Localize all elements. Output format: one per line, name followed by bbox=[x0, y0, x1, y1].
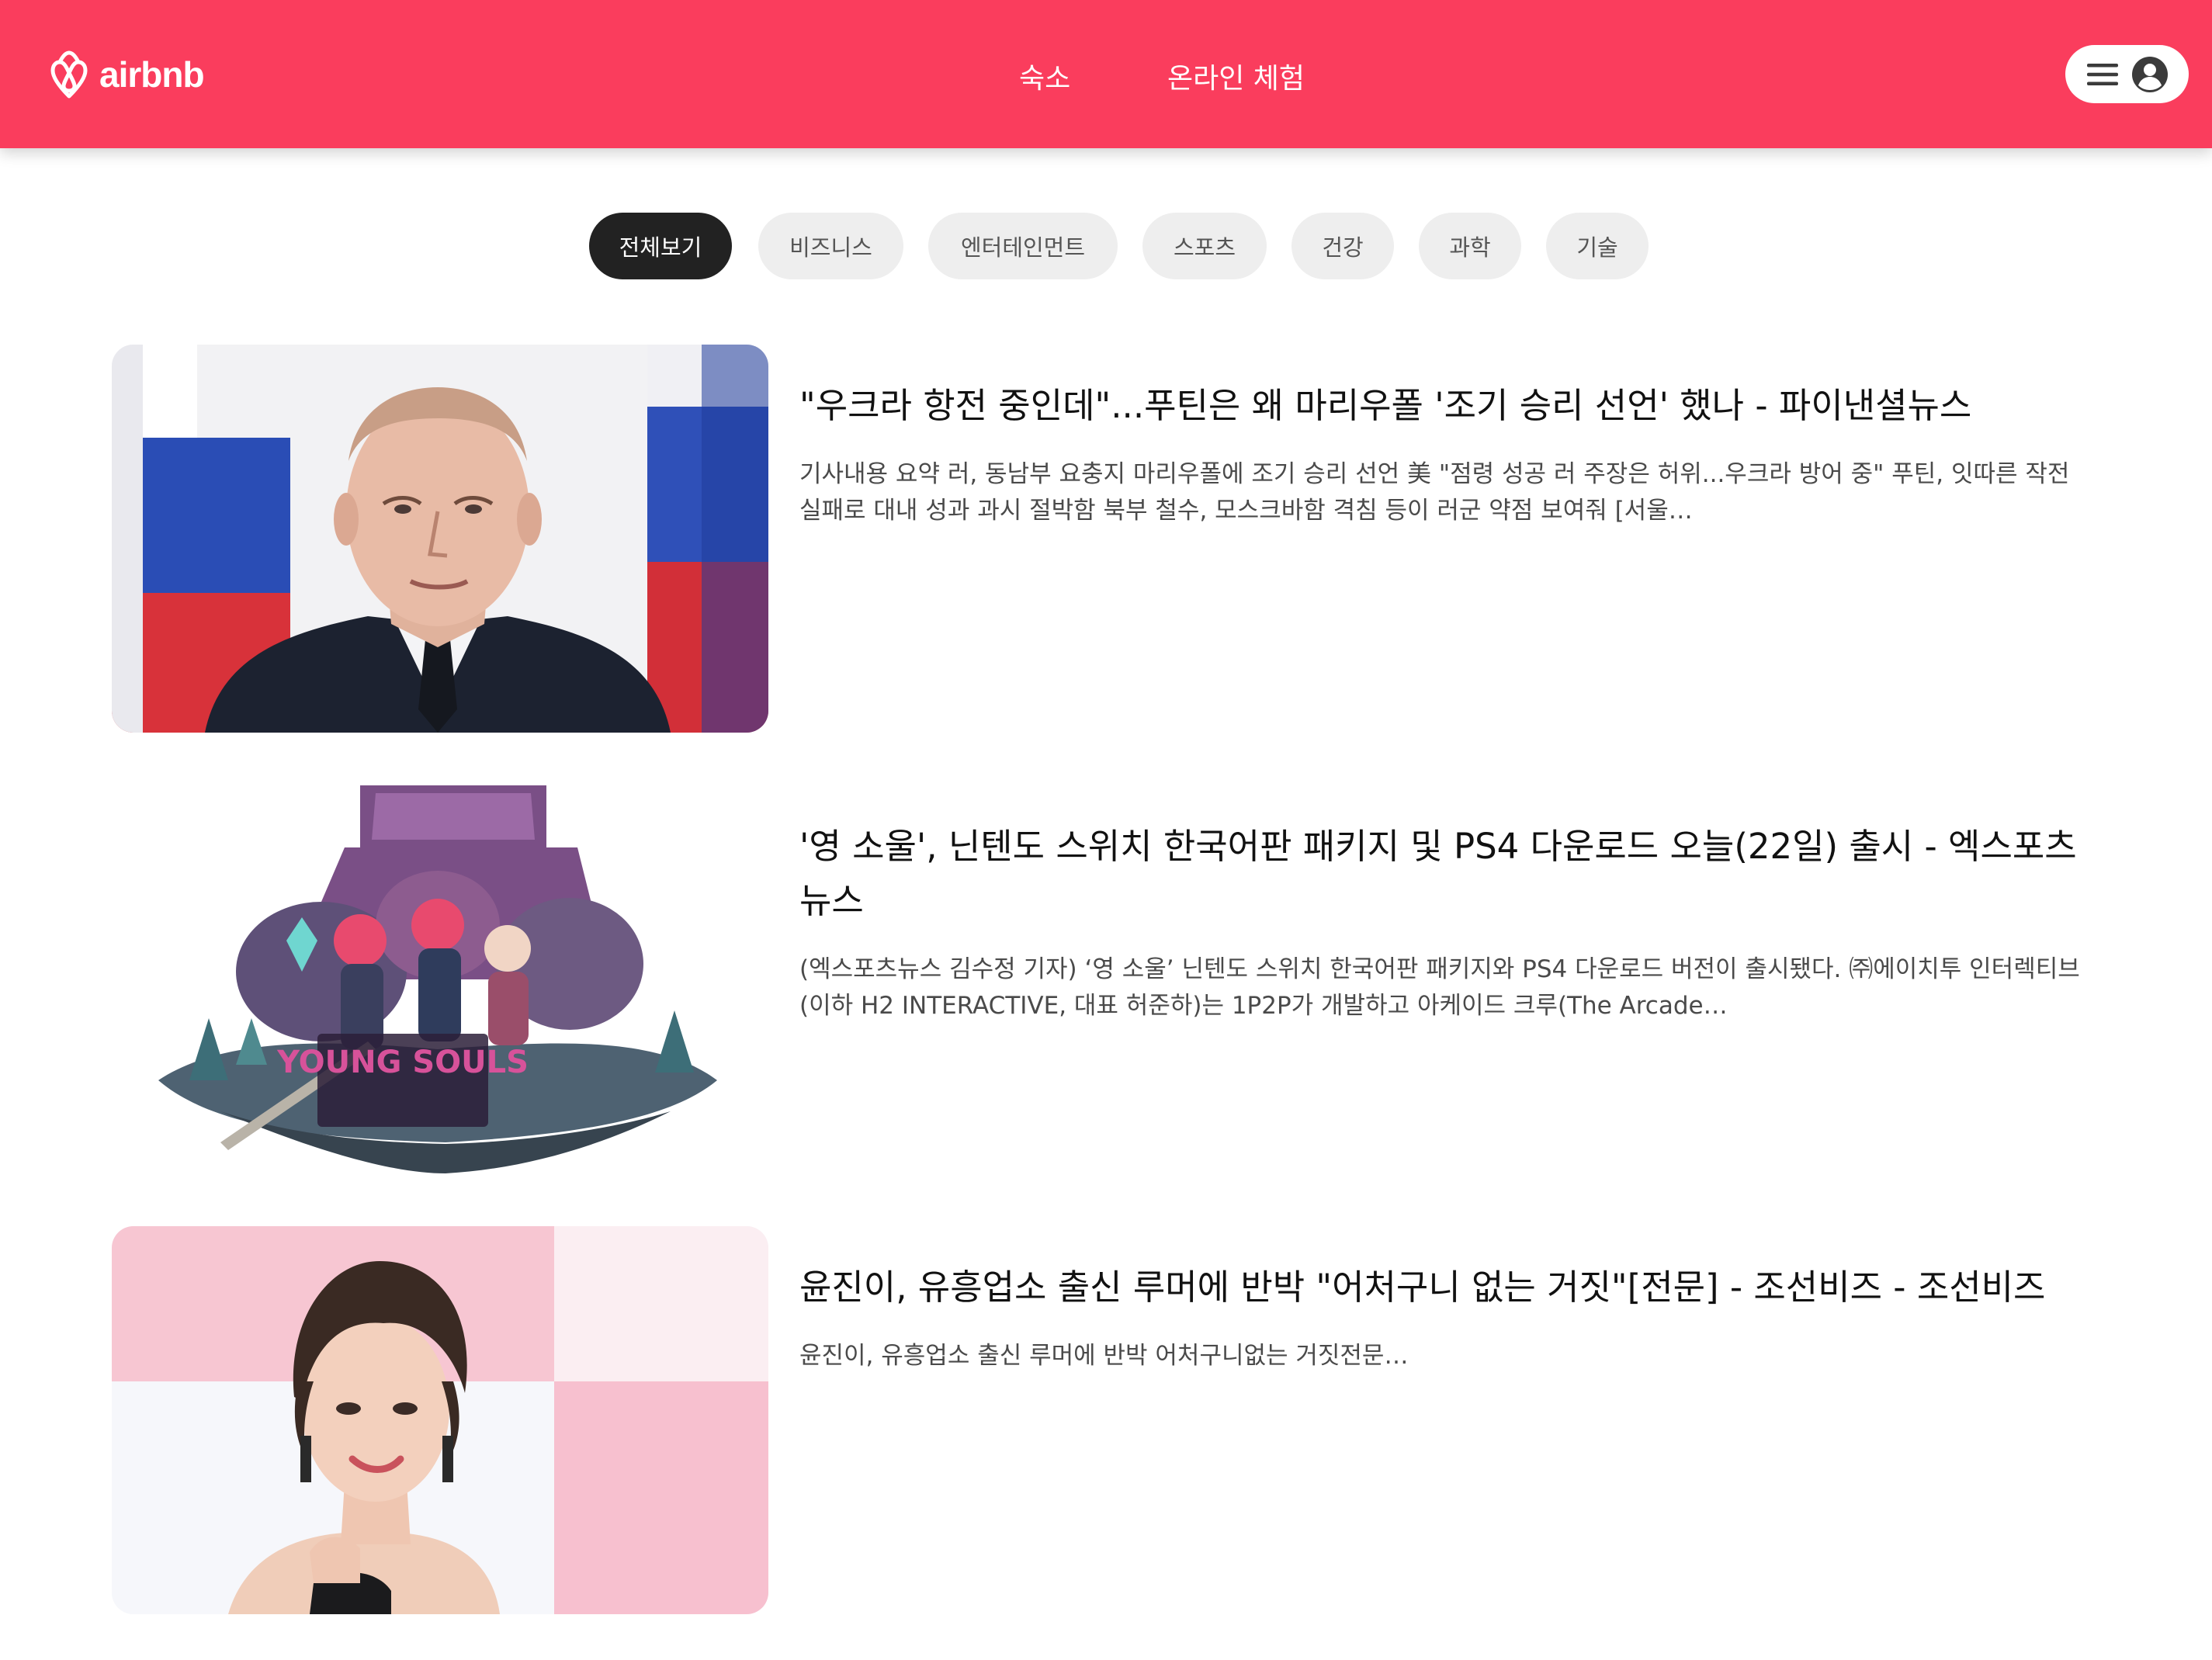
user-avatar-icon bbox=[2131, 56, 2168, 92]
category-chip-science[interactable]: 과학 bbox=[1419, 213, 1521, 279]
nav-stays[interactable]: 숙소 bbox=[1019, 56, 1070, 96]
game-logo-text: YOUNG SOULS bbox=[276, 1045, 529, 1080]
article-title[interactable]: "우크라 항전 중인데"...푸틴은 왜 마리우폴 '조기 승리 선언' 했나 … bbox=[799, 379, 2088, 433]
category-chip-entertainment[interactable]: 엔터테인먼트 bbox=[928, 213, 1118, 279]
category-chip-all[interactable]: 전체보기 bbox=[589, 213, 732, 279]
news-article-card[interactable]: 윤진이, 유흥업소 출신 루머에 반박 "어처구니 없는 거짓"[전문] - 조… bbox=[112, 1226, 2099, 1614]
news-article-card[interactable]: YOUNG SOULS '영 소울', 닌텐도 스위치 한국어판 패키지 및 P… bbox=[112, 785, 2099, 1173]
top-navigation-bar: airbnb 숙소 온라인 체험 bbox=[0, 0, 2212, 148]
game-key-art: YOUNG SOULS bbox=[112, 785, 768, 1173]
article-title[interactable]: '영 소울', 닌텐도 스위치 한국어판 패키지 및 PS4 다운로드 오늘(2… bbox=[799, 820, 2088, 928]
article-thumbnail[interactable]: YOUNG SOULS bbox=[112, 785, 768, 1173]
brand-name: airbnb bbox=[99, 54, 205, 95]
category-chip-health[interactable]: 건강 bbox=[1291, 213, 1394, 279]
category-chip-business[interactable]: 비즈니스 bbox=[758, 213, 903, 279]
category-chip-technology[interactable]: 기술 bbox=[1546, 213, 1649, 279]
nav-online-experiences[interactable]: 온라인 체험 bbox=[1167, 56, 1305, 96]
article-description: (엑스포츠뉴스 김수정 기자) ‘영 소울’ 닌텐도 스위치 한국어판 패키지와… bbox=[799, 955, 2080, 1020]
category-chip-sports[interactable]: 스포츠 bbox=[1142, 213, 1267, 279]
airbnb-belo-icon bbox=[50, 50, 88, 99]
article-description: 윤진이, 유흥업소 출신 루머에 반박 어처구니없는 거짓전문… bbox=[799, 1342, 1409, 1370]
airbnb-logo[interactable]: airbnb bbox=[47, 48, 205, 101]
news-photo-politician bbox=[112, 345, 768, 733]
hamburger-menu-icon bbox=[2086, 63, 2118, 85]
user-menu-button[interactable] bbox=[2065, 45, 2189, 103]
article-thumbnail[interactable] bbox=[112, 1226, 768, 1614]
category-filter-bar: 전체보기 비즈니스 엔터테인먼트 스포츠 건강 과학 기술 bbox=[0, 213, 2212, 279]
news-article-card[interactable]: "우크라 항전 중인데"...푸틴은 왜 마리우폴 '조기 승리 선언' 했나 … bbox=[112, 345, 2099, 733]
article-title[interactable]: 윤진이, 유흥업소 출신 루머에 반박 "어처구니 없는 거짓"[전문] - 조… bbox=[799, 1260, 2088, 1315]
article-thumbnail[interactable] bbox=[112, 345, 768, 733]
news-photo-actress bbox=[112, 1226, 768, 1614]
article-description: 기사내용 요약 러, 동남부 요충지 마리우폴에 조기 승리 선언 美 "점령 … bbox=[799, 460, 2070, 525]
